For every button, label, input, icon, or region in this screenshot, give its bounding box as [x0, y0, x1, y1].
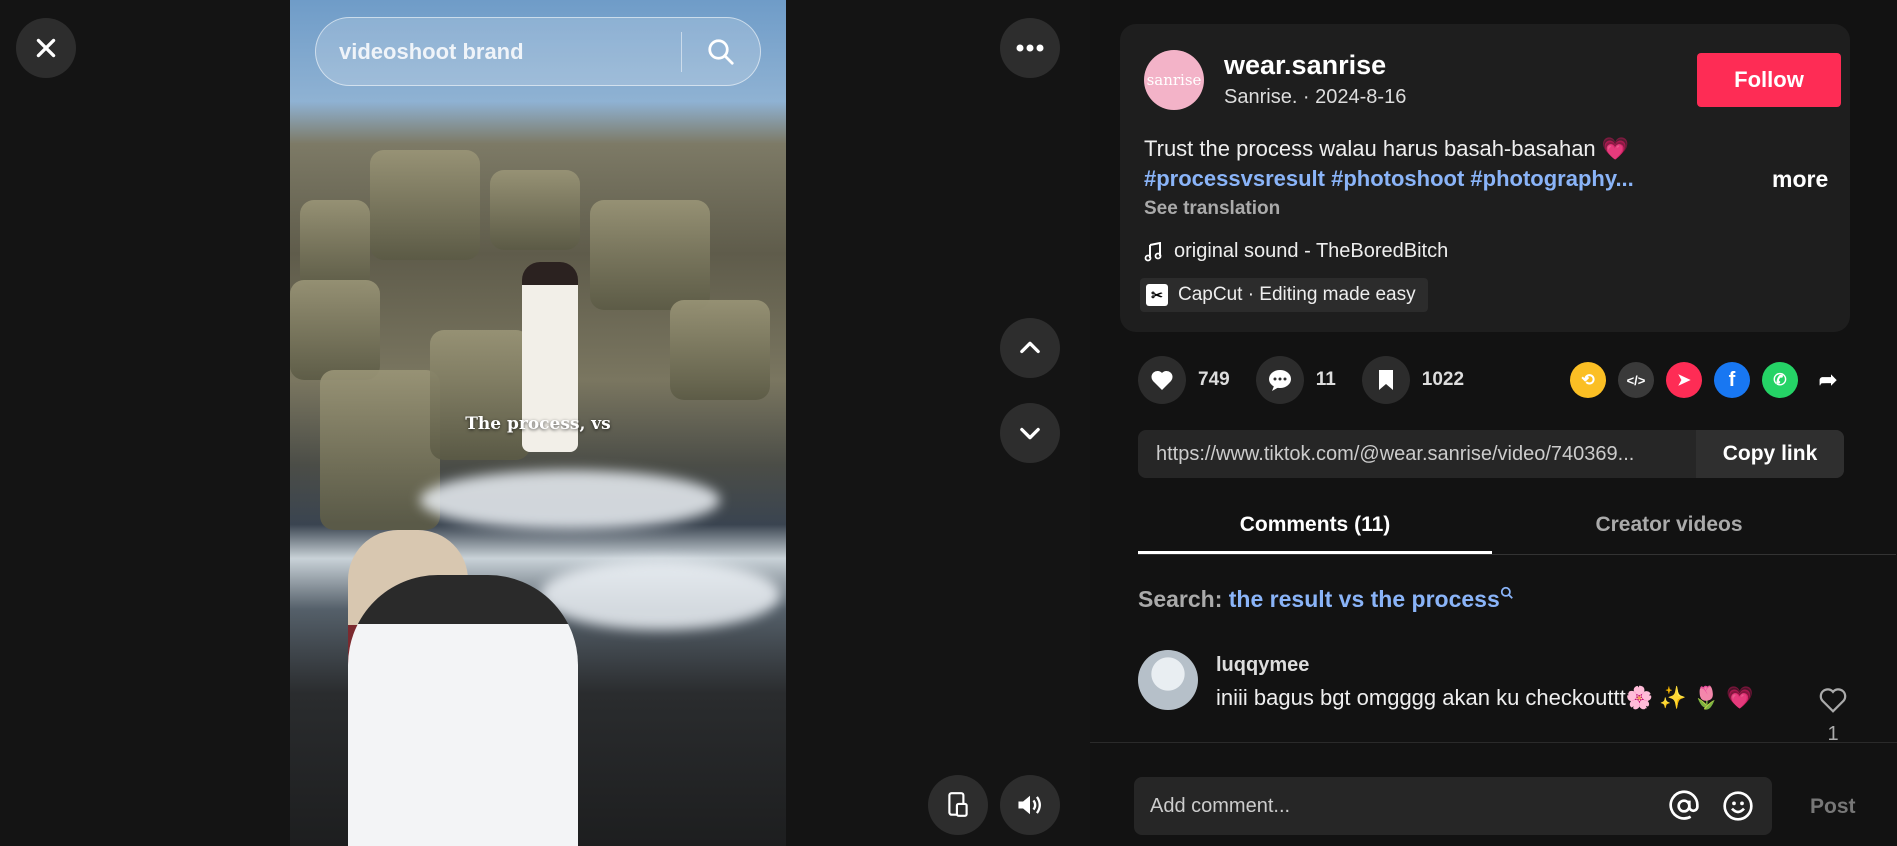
sound-label: original sound - TheBoredBitch: [1174, 240, 1449, 262]
volume-icon: [1018, 795, 1041, 815]
man-figure: [348, 575, 578, 846]
details-panel: sanrise wear.sanrise Sanrise. · 2024-8-1…: [1090, 0, 1897, 846]
comment-composer: Add comment... Post: [1090, 742, 1897, 846]
previous-video-button[interactable]: [1000, 318, 1060, 378]
capcut-icon: ✂: [1146, 284, 1168, 306]
author-subline: Sanrise. · 2024-8-16: [1224, 86, 1407, 108]
tab-creator-videos[interactable]: Creator videos: [1492, 505, 1846, 554]
post-comment-button[interactable]: Post: [1810, 795, 1856, 819]
bookmark-icon: [1378, 370, 1393, 390]
close-button[interactable]: [16, 18, 76, 78]
avatar-text: sanrise: [1146, 71, 1202, 89]
volume-button[interactable]: [1000, 775, 1060, 835]
add-comment-input[interactable]: Add comment...: [1134, 777, 1772, 835]
follow-button[interactable]: Follow: [1697, 53, 1841, 107]
save-button[interactable]: 1022: [1361, 356, 1465, 404]
chevron-down-icon: [1020, 427, 1040, 440]
facebook-icon[interactable]: f: [1714, 362, 1750, 398]
comment-text: iniii bagus bgt omgggg akan ku checkoutt…: [1216, 685, 1754, 710]
sea-foam: [420, 470, 720, 530]
related-search-prefix: Search:: [1138, 586, 1223, 612]
see-translation-link[interactable]: See translation: [1144, 198, 1280, 220]
floating-player-icon: [948, 792, 968, 817]
more-horizontal-icon: [1016, 44, 1044, 52]
repost-icon[interactable]: ⟲: [1570, 362, 1606, 398]
author-avatar[interactable]: sanrise: [1144, 50, 1204, 110]
share-bar: ⟲ </> ➤ f ✆ ➦: [1570, 362, 1846, 398]
whatsapp-icon[interactable]: ✆: [1762, 362, 1798, 398]
post-description: Trust the process walau harus basah-basa…: [1144, 136, 1630, 161]
close-icon: [36, 38, 56, 58]
like-count: 749: [1198, 369, 1230, 390]
sound-link[interactable]: original sound - TheBoredBitch: [1144, 240, 1448, 263]
share-url[interactable]: https://www.tiktok.com/@wear.sanrise/vid…: [1138, 443, 1696, 466]
search-icon: [1500, 586, 1513, 599]
tetrapod: [320, 370, 440, 530]
search-icon[interactable]: [682, 37, 760, 67]
share-link-box: https://www.tiktok.com/@wear.sanrise/vid…: [1138, 430, 1844, 478]
post-info-card: sanrise wear.sanrise Sanrise. · 2024-8-1…: [1120, 24, 1850, 332]
send-icon[interactable]: ➤: [1666, 362, 1702, 398]
tetrapod: [290, 280, 380, 380]
more-link[interactable]: more: [1772, 166, 1828, 193]
tetrapod: [590, 200, 710, 310]
comment-button[interactable]: 11: [1255, 356, 1336, 404]
floating-player-button[interactable]: [928, 775, 988, 835]
share-arrow-icon[interactable]: ➦: [1810, 362, 1846, 398]
video-caption-overlay: The process, vs: [465, 414, 611, 434]
save-count: 1022: [1421, 369, 1465, 390]
related-search-query[interactable]: the result vs the process: [1229, 586, 1500, 612]
search-bar[interactable]: videoshoot brand: [315, 17, 761, 86]
heart-icon: [1151, 370, 1173, 390]
search-input[interactable]: videoshoot brand: [316, 39, 681, 65]
mention-icon[interactable]: [1668, 790, 1700, 822]
commenter-avatar[interactable]: [1138, 650, 1198, 710]
engagement-bar: 749 11 1022: [1138, 356, 1490, 404]
video-player[interactable]: The process, vs: [290, 0, 786, 846]
author-username[interactable]: wear.sanrise: [1224, 50, 1386, 81]
chevron-up-icon: [1020, 341, 1040, 354]
embed-icon[interactable]: </>: [1618, 362, 1654, 398]
next-video-button[interactable]: [1000, 403, 1060, 463]
commenter-username[interactable]: luqqymee: [1216, 654, 1309, 677]
tetrapod: [490, 170, 580, 250]
emoji-icon[interactable]: [1722, 790, 1754, 822]
tetrapod: [300, 200, 370, 290]
heart-outline-icon: [1819, 688, 1847, 713]
video-stage: The process, vs videoshoot brand: [0, 0, 1090, 846]
tetrapod: [430, 330, 530, 460]
more-options-button[interactable]: [1000, 18, 1060, 78]
post-hashtags[interactable]: #processvsresult #photoshoot #photograph…: [1144, 166, 1634, 192]
sea-foam: [540, 560, 780, 630]
like-button[interactable]: 749: [1138, 356, 1230, 404]
comment-count: 11: [1315, 369, 1336, 390]
tetrapod: [370, 150, 480, 260]
panel-tabs: Comments (11) Creator videos: [1138, 505, 1896, 555]
comment-like-button[interactable]: 1: [1818, 686, 1848, 746]
music-note-icon: [1144, 241, 1162, 261]
capcut-label: CapCut · Editing made easy: [1178, 284, 1416, 305]
tetrapod: [670, 300, 770, 400]
tab-comments[interactable]: Comments (11): [1138, 505, 1492, 554]
copy-link-button[interactable]: Copy link: [1696, 430, 1844, 478]
capcut-anchor[interactable]: ✂ CapCut · Editing made easy: [1140, 278, 1428, 312]
add-comment-placeholder: Add comment...: [1150, 794, 1291, 817]
comment-icon: [1268, 370, 1291, 391]
related-search[interactable]: Search: the result vs the process: [1138, 586, 1514, 613]
